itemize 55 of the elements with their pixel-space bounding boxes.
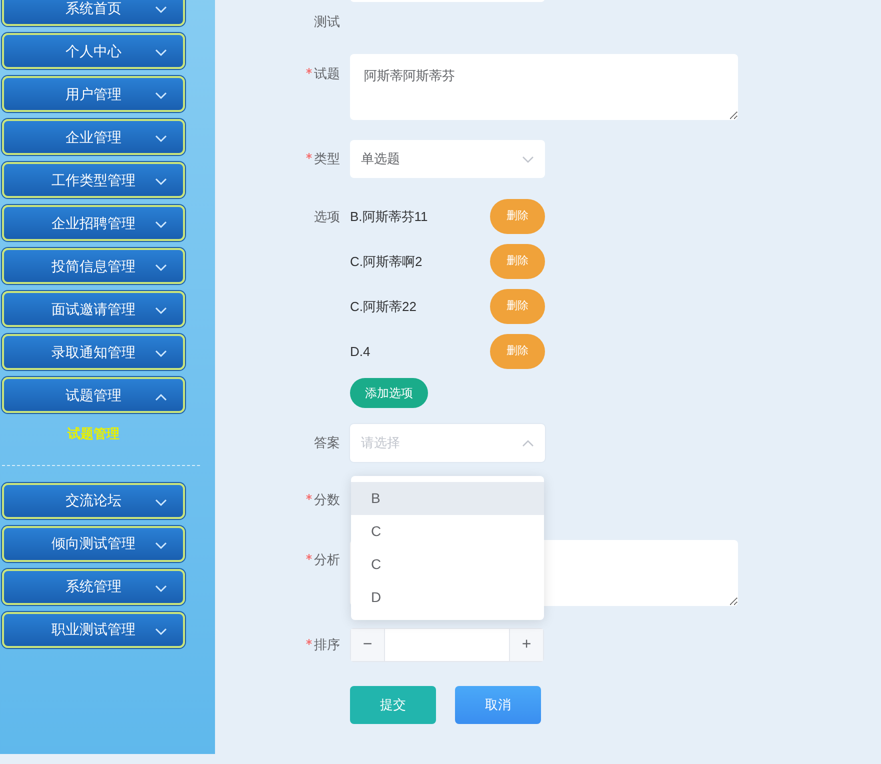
menu-item[interactable]: 职业测试管理 — [2, 612, 185, 648]
increment-button[interactable]: + — [509, 629, 543, 661]
menu-item[interactable]: 交流论坛 — [2, 482, 185, 518]
select-value: 单选题 — [361, 150, 400, 168]
menu-item[interactable]: 系统管理 — [2, 568, 185, 604]
menu-item[interactable]: 用户管理 — [2, 76, 185, 112]
field-label: 测试 — [314, 13, 340, 32]
field-label: 选项 — [314, 208, 340, 226]
select-field[interactable]: 单选题 — [350, 140, 545, 178]
menu-item[interactable]: 试题管理 — [2, 377, 185, 413]
textarea-field[interactable]: 阿斯蒂阿斯蒂芬 — [350, 54, 738, 120]
chevron-down-icon — [155, 221, 167, 229]
menu-item[interactable]: 投简信息管理 — [2, 248, 185, 284]
cancel-button[interactable]: 取消 — [455, 686, 541, 724]
decrement-button[interactable]: − — [351, 629, 385, 661]
field-label: 排序 — [314, 636, 340, 654]
chevron-up-icon — [522, 440, 534, 446]
chevron-down-icon — [155, 542, 167, 550]
field-label: 分数 — [314, 491, 340, 510]
chevron-down-icon — [522, 156, 534, 162]
chevron-down-icon — [155, 264, 167, 272]
menu-item[interactable]: 倾向测试管理 — [2, 526, 185, 562]
chevron-down-icon — [155, 135, 167, 143]
field-label: 答案 — [314, 434, 340, 452]
option-text: B.阿斯蒂芬11 — [350, 208, 429, 226]
chevron-down-icon — [155, 6, 167, 14]
add-option-button[interactable]: 添加选项 — [350, 378, 428, 408]
field-label: 试题 — [314, 65, 340, 83]
dropdown-option[interactable]: D — [351, 581, 544, 614]
option-text: C.阿斯蒂22 — [350, 298, 418, 316]
placeholder-text: 请选择 — [361, 434, 400, 452]
chevron-down-icon — [155, 498, 167, 506]
menu-item[interactable]: 录取通知管理 — [2, 334, 185, 370]
chevron-down-icon — [155, 92, 167, 100]
chevron-up-icon — [155, 393, 167, 401]
field-label: 类型 — [314, 150, 340, 168]
dropdown-option[interactable]: B — [351, 482, 544, 515]
number-input[interactable]: − + — [350, 628, 544, 662]
chevron-down-icon — [155, 584, 167, 592]
dropdown-option[interactable]: C — [351, 515, 544, 548]
menu-item[interactable]: 企业招聘管理 — [2, 205, 185, 241]
chevron-down-icon — [155, 350, 167, 358]
menu-item[interactable]: 工作类型管理 — [2, 162, 185, 198]
menu-item[interactable]: 系统首页 — [2, 0, 185, 26]
chevron-down-icon — [155, 307, 167, 315]
option-text: D.4 — [350, 342, 372, 361]
menu-item[interactable]: 个人中心 — [2, 33, 185, 69]
option-text: C.阿斯蒂啊2 — [350, 252, 424, 271]
menu-item[interactable]: 面试邀请管理 — [2, 291, 185, 327]
chevron-down-icon — [155, 628, 167, 636]
menu-item[interactable]: 企业管理 — [2, 119, 185, 155]
dropdown-option[interactable]: C — [351, 548, 544, 581]
chevron-down-icon — [155, 178, 167, 186]
chevron-down-icon — [155, 49, 167, 57]
field-label: 分析 — [314, 551, 340, 569]
